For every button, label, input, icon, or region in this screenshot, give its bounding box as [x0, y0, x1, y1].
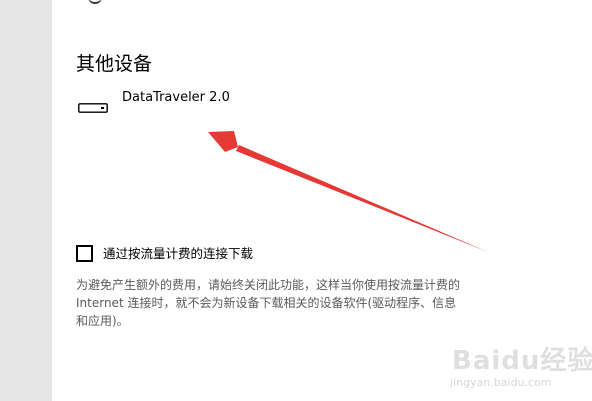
usb-drive-icon	[78, 98, 108, 113]
description-line: 和应用)。	[76, 314, 129, 328]
metered-download-option[interactable]: 通过按流量计费的连接下载	[76, 245, 336, 267]
device-item[interactable]: DataTraveler 2.0	[76, 88, 276, 118]
partial-icon	[88, 0, 102, 4]
arrow-shaft	[236, 145, 488, 252]
metered-download-checkbox[interactable]	[76, 245, 93, 262]
metered-download-label: 通过按流量计费的连接下载	[103, 246, 254, 261]
section-title: 其他设备	[76, 53, 153, 75]
settings-sidebar	[0, 0, 52, 401]
metered-description: 为避免产生额外的费用，请始终关闭此功能，这样当你使用按流量计费的 Interne…	[76, 276, 536, 330]
arrow-head	[208, 131, 238, 152]
description-line: 为避免产生额外的费用，请始终关闭此功能，这样当你使用按流量计费的	[76, 278, 461, 292]
watermark-url: jingyan.baidu.com	[450, 376, 552, 389]
baidu-watermark: Baidu经验 jingyan.baidu.com	[440, 340, 592, 398]
description-line: Internet 连接时，就不会为新设备下载相关的设备软件(驱动程序、信息	[76, 296, 457, 310]
watermark-brand: Baidu经验	[452, 346, 592, 376]
device-name: DataTraveler 2.0	[122, 90, 230, 105]
